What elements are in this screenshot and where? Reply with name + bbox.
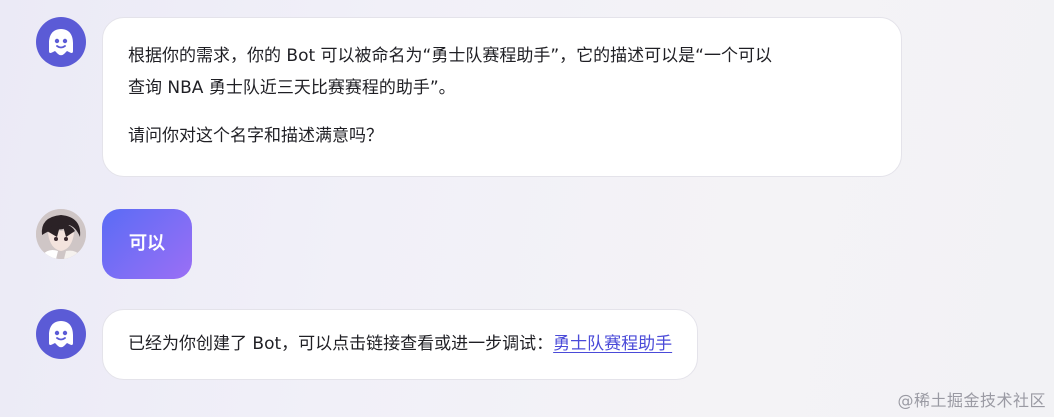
watermark: @稀土掘金技术社区 <box>897 391 1046 410</box>
message-text-line: 查询 NBA 勇士队近三天比赛赛程的助手”。 <box>128 78 456 98</box>
bot-message-1: 根据你的需求，你的 Bot 可以被命名为“勇士队赛程助手”，它的描述可以是“一个… <box>36 17 902 177</box>
bot-link[interactable]: 勇士队赛程助手 <box>553 334 672 354</box>
ghost-bot-icon <box>36 309 86 359</box>
user-avatar <box>36 209 86 259</box>
user-message: 可以 <box>36 209 192 279</box>
message-text-line: 请问你对这个名字和描述满意吗？ <box>128 126 383 146</box>
message-text-line: 根据你的需求，你的 Bot 可以被命名为“勇士队赛程助手”，它的描述可以是“一个… <box>128 46 772 66</box>
ghost-bot-icon <box>36 17 86 67</box>
message-text: 已经为你创建了 Bot，可以点击链接查看或进一步调试： <box>128 334 554 354</box>
bot-message-bubble: 已经为你创建了 Bot，可以点击链接查看或进一步调试：勇士队赛程助手 <box>102 309 699 380</box>
user-message-text: 可以 <box>129 233 165 254</box>
user-message-bubble: 可以 <box>102 209 192 279</box>
bot-message-2: 已经为你创建了 Bot，可以点击链接查看或进一步调试：勇士队赛程助手 <box>36 309 699 380</box>
bot-message-bubble: 根据你的需求，你的 Bot 可以被命名为“勇士队赛程助手”，它的描述可以是“一个… <box>102 17 902 177</box>
